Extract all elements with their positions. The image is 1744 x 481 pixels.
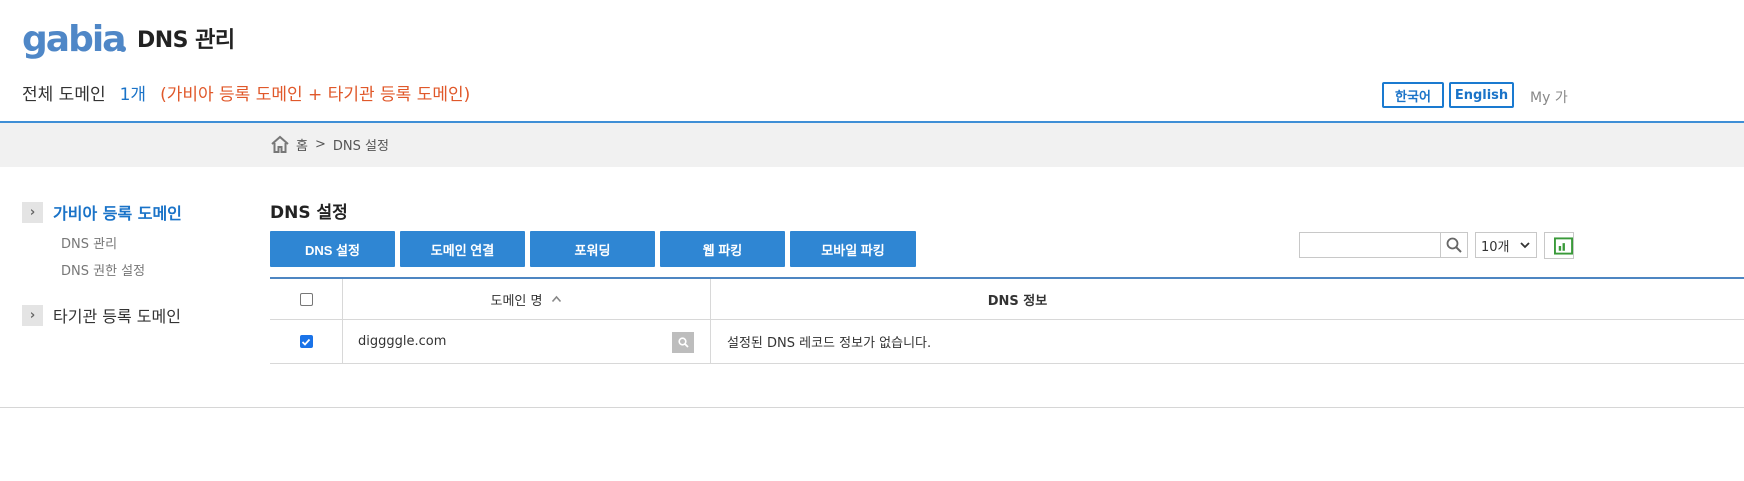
app-title: DNS 관리: [137, 28, 235, 53]
magnifier-icon: [677, 337, 689, 348]
tab-web-parking[interactable]: 웹 파킹: [660, 231, 785, 267]
excel-download-button[interactable]: [1544, 232, 1574, 259]
summary-count: 1개: [119, 85, 147, 105]
breadcrumb: 홈 > DNS 설정: [270, 135, 389, 154]
summary-label: 전체 도메인: [22, 85, 106, 105]
chevron-right-icon: ›: [22, 304, 43, 326]
gabia-logo[interactable]: gabia: [22, 20, 128, 64]
language-korean-button[interactable]: 한국어: [1382, 82, 1444, 108]
column-header-dns-label: DNS 정보: [987, 293, 1048, 309]
page-size-value: 10개: [1481, 239, 1510, 255]
tab-mobile-parking[interactable]: 모바일 파킹: [790, 231, 916, 267]
breadcrumb-home[interactable]: 홈: [296, 135, 308, 154]
row-checkbox-cell: [270, 320, 343, 363]
summary-note: (가비아 등록 도메인 + 타기관 등록 도메인): [160, 85, 471, 105]
home-icon[interactable]: [270, 135, 290, 154]
sidebar-group-label: 가비아 등록 도메인: [53, 204, 182, 223]
search-icon: [1446, 237, 1462, 253]
dns-info-cell: 설정된 DNS 레코드 정보가 없습니다.: [711, 320, 1744, 363]
section-title: DNS 설정: [270, 203, 348, 223]
table-header-row: 도메인 명 DNS 정보: [270, 279, 1744, 320]
language-english-button[interactable]: English: [1449, 82, 1514, 108]
sidebar-group-gabia-domains[interactable]: › 가비아 등록 도메인: [22, 200, 182, 224]
column-header-domain-label: 도메인 명: [490, 293, 543, 309]
sidebar-group-other-domains[interactable]: › 타기관 등록 도메인: [22, 303, 181, 327]
domain-name[interactable]: diggggle.com: [358, 334, 446, 349]
sort-up-icon[interactable]: [551, 295, 562, 303]
my-account-link[interactable]: My 가: [1530, 87, 1568, 107]
table-row: diggggle.com 설정된 DNS 레코드 정보가 없습니다.: [270, 320, 1744, 364]
breadcrumb-bar: 홈 > DNS 설정: [0, 121, 1744, 167]
breadcrumb-separator: >: [314, 137, 326, 152]
domain-summary: 전체 도메인 1개 (가비아 등록 도메인 + 타기관 등록 도메인): [22, 80, 470, 105]
excel-icon: [1554, 236, 1573, 255]
select-all-checkbox[interactable]: [299, 292, 313, 306]
column-header-dns: DNS 정보: [711, 279, 1744, 319]
check-icon: [301, 338, 311, 346]
chevron-down-icon: [1520, 242, 1530, 249]
tab-domain-connect[interactable]: 도메인 연결: [400, 231, 525, 267]
column-header-domain[interactable]: 도메인 명: [343, 279, 711, 319]
chevron-right-icon: ›: [22, 201, 43, 223]
search-button[interactable]: [1440, 232, 1468, 258]
content-divider: [0, 407, 1744, 408]
tab-dns-settings[interactable]: DNS 설정: [270, 231, 395, 267]
breadcrumb-current: DNS 설정: [332, 139, 389, 154]
domain-detail-button[interactable]: [672, 332, 694, 353]
dns-info-text: 설정된 DNS 레코드 정보가 없습니다.: [727, 336, 932, 351]
domain-cell: diggggle.com: [343, 320, 711, 363]
row-checkbox[interactable]: [299, 335, 313, 348]
svg-text:gabia: gabia: [22, 21, 124, 60]
header-checkbox-cell: [270, 279, 343, 319]
tab-forwarding[interactable]: 포워딩: [530, 231, 655, 267]
gabia-logo-image: gabia: [22, 21, 126, 60]
sidebar-item-dns-management[interactable]: DNS 관리: [61, 233, 117, 252]
search-input[interactable]: [1299, 232, 1440, 258]
domain-table: 도메인 명 DNS 정보 diggggle.com 설정된 DNS 레코드 정보…: [270, 277, 1744, 364]
sidebar-item-dns-permission[interactable]: DNS 권한 설정: [61, 260, 145, 279]
page-size-select[interactable]: 10개: [1475, 232, 1537, 258]
sidebar-group-label: 타기관 등록 도메인: [53, 307, 181, 326]
